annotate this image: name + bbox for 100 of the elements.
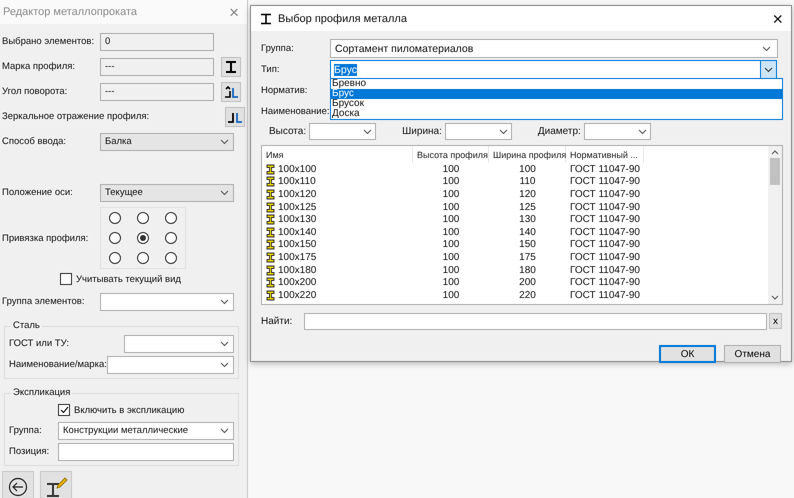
- field-label: Группа элементов:: [2, 296, 86, 307]
- table-cell: ГОСТ 11047-90: [570, 277, 640, 288]
- checkbox-label: Включить в экспликацию: [74, 404, 184, 416]
- explication-group-dropdown[interactable]: Конструкции металлические: [58, 422, 234, 440]
- table-cell: 100: [442, 202, 460, 213]
- beam-icon: [266, 202, 275, 213]
- position-field[interactable]: [58, 442, 234, 460]
- anchor-radio[interactable]: [137, 232, 149, 244]
- dialog-button[interactable]: ОК: [659, 345, 716, 363]
- scrollbar-thumb[interactable]: [770, 158, 780, 185]
- table-cell: 100: [442, 290, 460, 301]
- dialog-button[interactable]: Отмена: [724, 345, 781, 363]
- clear-button[interactable]: x: [769, 313, 782, 329]
- close-button[interactable]: ×: [772, 10, 783, 28]
- beam-icon: [266, 264, 275, 276]
- table-cell: 100: [442, 164, 460, 175]
- table-cell: 130: [519, 214, 536, 226]
- beam-icon: [266, 277, 275, 288]
- field-label: Позиция:: [9, 446, 50, 457]
- column-header[interactable]: Нормативный ...: [566, 146, 644, 163]
- anchor-radio[interactable]: [109, 212, 121, 224]
- dialog-title: Выбор профиля металла: [278, 12, 407, 24]
- chevron-down-icon: [638, 128, 647, 134]
- field-label: Положение оси:: [2, 187, 74, 198]
- field-label: Зеркальное отражение профиля:: [2, 111, 150, 122]
- checkbox[interactable]: [58, 404, 70, 416]
- back-button[interactable]: [2, 471, 34, 498]
- column-header[interactable]: Ширина профиля: [489, 146, 566, 163]
- chevron-down-icon: [498, 128, 508, 134]
- table-cell: 100x120: [278, 188, 316, 200]
- anchor-radio[interactable]: [109, 252, 121, 264]
- profile-select-button[interactable]: [221, 56, 241, 76]
- chevron-down-icon: [363, 128, 372, 134]
- table-cell: 100x180: [278, 264, 316, 276]
- chevron-down-icon: [220, 190, 229, 196]
- axis-position-dropdown[interactable]: Текущее: [100, 184, 234, 202]
- count-field: 0: [100, 32, 214, 50]
- chevron-down-icon: [220, 138, 229, 144]
- table-cell: 100x140: [278, 226, 316, 238]
- anchor-radio[interactable]: [165, 252, 177, 264]
- table-cell: 120: [519, 188, 536, 200]
- beam-icon: [266, 290, 275, 301]
- type-option[interactable]: Брусок: [331, 99, 782, 109]
- beam-icon: [266, 226, 275, 238]
- type-option[interactable]: Брус: [331, 89, 782, 99]
- field-label: Привязка профиля:: [2, 232, 90, 244]
- table-cell: 100x200: [278, 277, 316, 288]
- field-label: Наименование:: [261, 106, 330, 117]
- table-cell: 100: [519, 164, 536, 175]
- table-cell: 125: [519, 202, 536, 213]
- group-dropdown[interactable]: Сортамент пиломатериалов: [330, 39, 778, 58]
- column-header[interactable]: Имя: [262, 146, 413, 163]
- mirror-button[interactable]: [225, 106, 245, 126]
- scroll-up-icon[interactable]: [771, 150, 779, 155]
- i-beam-icon: [260, 12, 272, 24]
- input-method-dropdown[interactable]: Балка: [100, 132, 234, 150]
- chevron-down-icon: [220, 340, 229, 346]
- field-label: Способ ввода:: [2, 136, 68, 147]
- table-cell: 100x100: [278, 164, 316, 175]
- type-option[interactable]: Бревно: [331, 79, 782, 89]
- table-cell: ГОСТ 11047-90: [570, 214, 640, 226]
- table-cell: 100: [442, 188, 460, 200]
- i-beam-icon: [224, 60, 238, 74]
- table-cell: ГОСТ 11047-90: [570, 252, 640, 263]
- table-cell: 110: [520, 176, 536, 188]
- search-field[interactable]: [304, 312, 768, 330]
- table-cell: ГОСТ 11047-90: [570, 264, 640, 276]
- rotate-button[interactable]: [221, 82, 241, 102]
- field-label: Наименование/марка:: [9, 359, 107, 370]
- anchor-radio[interactable]: [137, 212, 149, 224]
- table-cell: 100x150: [278, 239, 316, 250]
- table-cell: 100: [442, 252, 460, 263]
- chevron-down-icon: [762, 46, 771, 52]
- type-option[interactable]: Доска: [331, 109, 782, 119]
- table-cell: 100x175: [278, 252, 316, 263]
- field-label: Группа:: [9, 425, 42, 436]
- group-title: Сталь: [11, 320, 42, 331]
- anchor-radio[interactable]: [109, 232, 121, 244]
- rotation-angle-field: ---: [100, 82, 214, 100]
- table-cell: 100x130: [278, 214, 316, 226]
- table-cell: ГОСТ 11047-90: [570, 188, 640, 200]
- table-cell: ГОСТ 11047-90: [570, 176, 640, 188]
- field-label: Выбрано элементов:: [2, 36, 96, 47]
- anchor-radio[interactable]: [137, 252, 149, 264]
- checkbox[interactable]: [60, 273, 72, 285]
- column-header[interactable]: Высота профиля: [413, 146, 489, 163]
- group-title: Экспликация: [11, 387, 72, 398]
- beam-icon: [266, 214, 275, 226]
- table-cell: 100: [442, 239, 460, 250]
- field-label: Норматив:: [261, 85, 308, 96]
- scrollbar[interactable]: [768, 146, 782, 304]
- anchor-radio[interactable]: [165, 232, 177, 244]
- anchor-radio[interactable]: [165, 212, 177, 224]
- table-cell: 175: [519, 252, 536, 263]
- scroll-down-icon[interactable]: [771, 295, 779, 300]
- type-combobox[interactable]: Брус: [330, 60, 777, 79]
- filter-label: Высота:: [269, 126, 306, 137]
- edit-profile-button[interactable]: [40, 471, 72, 498]
- beam-icon: [266, 252, 275, 263]
- table-cell: 100: [442, 214, 460, 226]
